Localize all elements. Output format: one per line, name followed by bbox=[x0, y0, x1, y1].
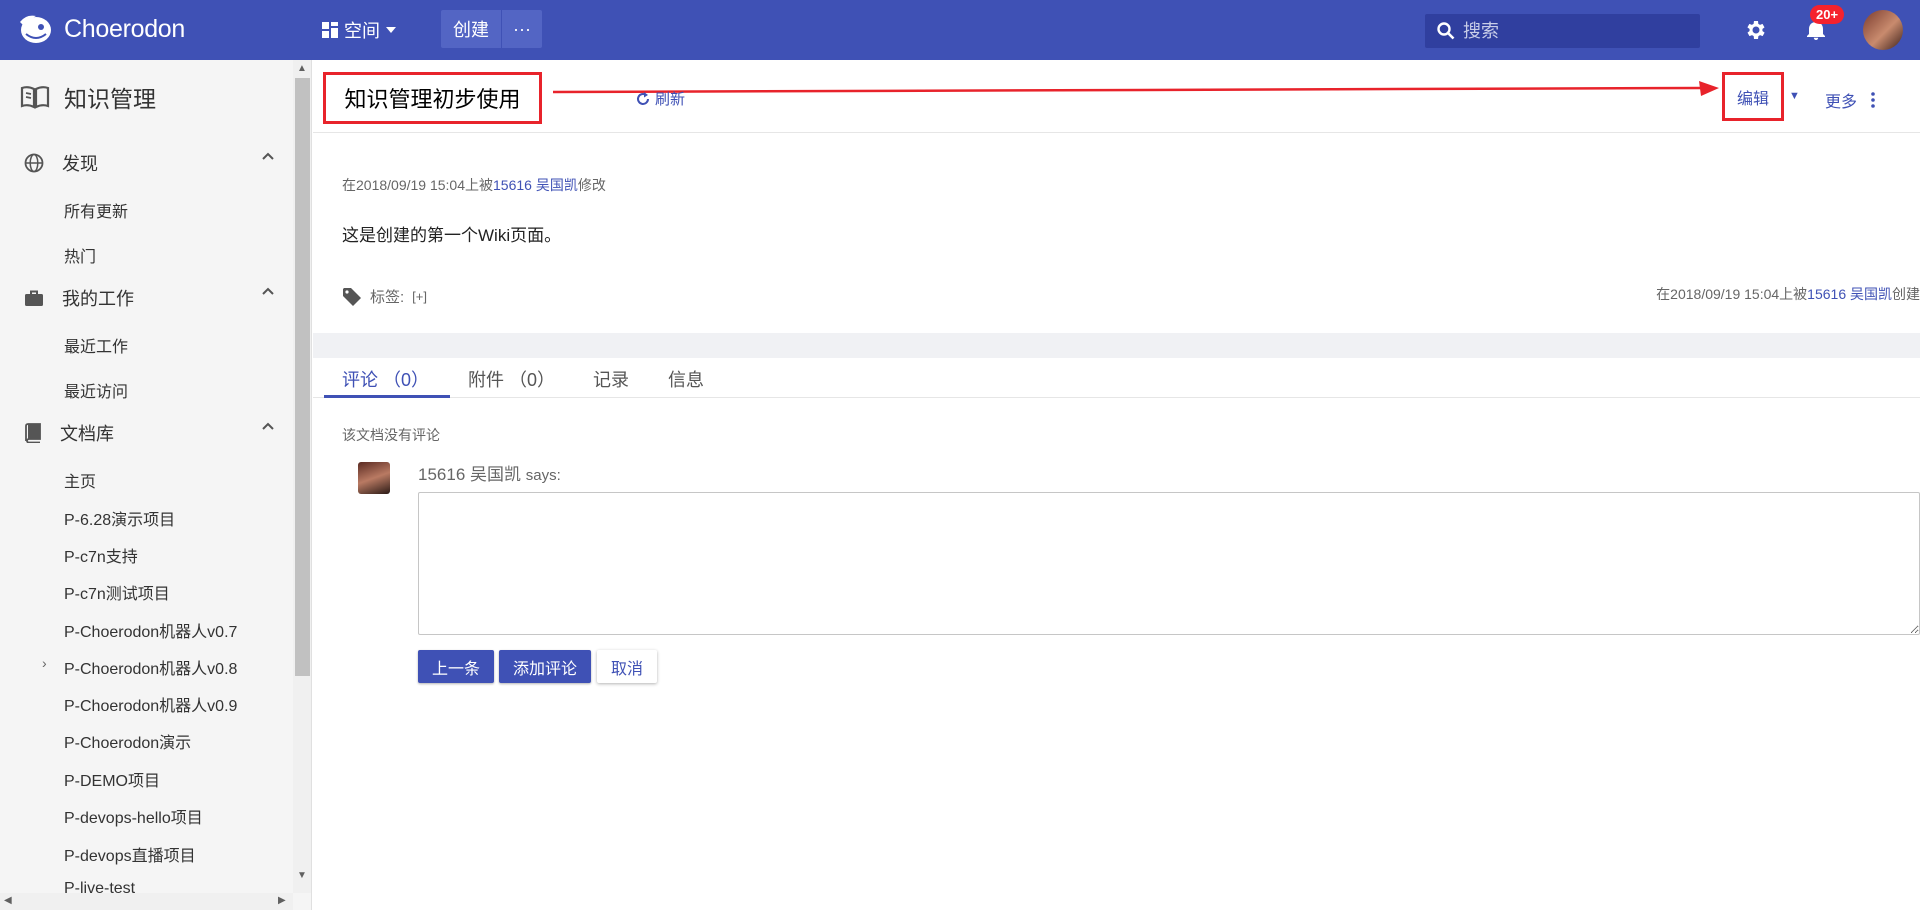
page-title-bar: 知识管理初步使用 刷新 编辑 ▼ 更多 bbox=[313, 60, 1920, 133]
scrollbar-thumb[interactable] bbox=[295, 78, 310, 676]
cancel-button[interactable]: 取消 bbox=[597, 650, 658, 683]
tab-comments[interactable]: 评论 （0） bbox=[324, 362, 450, 398]
logo-text: Choerodon bbox=[64, 14, 186, 43]
sidebar-item-project[interactable]: P-Choerodon机器人v0.8 bbox=[64, 655, 237, 679]
created-info: 在2018/09/19 15:04上被15616 吴国凯创建 bbox=[1656, 284, 1920, 304]
chevron-right-icon[interactable]: › bbox=[42, 655, 47, 671]
add-tag-button[interactable]: [+] bbox=[412, 289, 427, 304]
previous-button[interactable]: 上一条 bbox=[418, 650, 495, 683]
refresh-label: 刷新 bbox=[655, 91, 686, 108]
comment-says: says: bbox=[525, 467, 561, 484]
title-annotation-box: 知识管理初步使用 bbox=[323, 72, 542, 124]
chevron-up-icon bbox=[262, 287, 274, 295]
sidebar-header: 知识管理 bbox=[20, 80, 156, 114]
space-menu-label: 空间 bbox=[344, 21, 380, 41]
scroll-right-arrow-icon[interactable]: ▶ bbox=[278, 895, 286, 906]
tab-bar: 评论 （0） 附件 （0） 记录 信息 bbox=[313, 358, 1920, 398]
modified-prefix: 在2018/09/19 15:04上被 bbox=[342, 177, 493, 193]
create-more-button[interactable]: ··· bbox=[502, 10, 542, 48]
sidebar-section-label: 文档库 bbox=[60, 424, 114, 444]
sidebar-item-popular[interactable]: 热门 bbox=[64, 243, 96, 267]
sidebar-item-all-updates[interactable]: 所有更新 bbox=[64, 198, 128, 222]
sidebar-horizontal-scrollbar[interactable]: ◀ ▶ bbox=[0, 893, 293, 910]
modified-user-link[interactable]: 15616 吴国凯 bbox=[493, 177, 578, 193]
book-icon bbox=[25, 423, 41, 443]
grid-icon bbox=[322, 22, 338, 38]
notification-badge: 20+ bbox=[1810, 5, 1845, 24]
sidebar: 知识管理 发现 所有更新 热门 我的工作 最近工作 最近访问 文档库 主页 P-… bbox=[0, 60, 312, 910]
sidebar-title: 知识管理 bbox=[64, 86, 156, 112]
sidebar-item-project[interactable]: P-devops直播项目 bbox=[64, 842, 196, 866]
create-button-group: 创建 ··· bbox=[441, 10, 542, 48]
chevron-up-icon bbox=[262, 422, 274, 430]
refresh-button[interactable]: 刷新 bbox=[635, 88, 685, 109]
more-label: 更多 bbox=[1825, 94, 1858, 111]
add-comment-button[interactable]: 添加评论 bbox=[499, 650, 592, 683]
top-bar: Choerodon 空间 创建 ··· 20+ bbox=[0, 0, 1920, 60]
section-divider bbox=[313, 333, 1920, 358]
sidebar-item-project[interactable]: P-Choerodon演示 bbox=[64, 729, 191, 753]
scroll-up-arrow-icon[interactable]: ▲ bbox=[297, 63, 307, 74]
scroll-left-arrow-icon[interactable]: ◀ bbox=[4, 895, 12, 906]
scroll-down-arrow-icon[interactable]: ▼ bbox=[297, 870, 307, 881]
sidebar-section-discover[interactable]: 发现 bbox=[24, 150, 274, 176]
sidebar-section-label: 发现 bbox=[62, 154, 98, 174]
vertical-dots-icon bbox=[1871, 92, 1875, 108]
chevron-up-icon bbox=[262, 152, 274, 160]
sidebar-item-project[interactable]: P-Choerodon机器人v0.9 bbox=[64, 692, 237, 716]
more-button[interactable]: 更多 bbox=[1825, 88, 1875, 112]
tab-info[interactable]: 信息 bbox=[668, 362, 704, 398]
sidebar-item-project[interactable]: P-c7n测试项目 bbox=[64, 580, 170, 604]
no-comments-text: 该文档没有评论 bbox=[342, 427, 440, 443]
open-book-icon bbox=[20, 86, 50, 109]
tab-attachments[interactable]: 附件 （0） bbox=[468, 362, 555, 398]
edit-label: 编辑 bbox=[1736, 90, 1769, 108]
edit-button[interactable]: 编辑 bbox=[1722, 72, 1784, 121]
sidebar-section-library[interactable]: 文档库 bbox=[24, 420, 274, 446]
sidebar-item-project[interactable]: P-Choerodon机器人v0.7 bbox=[64, 618, 237, 642]
sidebar-item-project[interactable]: P-6.28演示项目 bbox=[64, 506, 175, 530]
created-user-link[interactable]: 15616 吴国凯 bbox=[1807, 286, 1892, 302]
logo[interactable]: Choerodon bbox=[16, 12, 185, 46]
settings-gear-icon[interactable] bbox=[1743, 18, 1767, 42]
sidebar-section-my-work[interactable]: 我的工作 bbox=[24, 285, 274, 311]
sidebar-section-label: 我的工作 bbox=[62, 289, 134, 309]
comment-author: 15616 吴国凯 says: bbox=[418, 460, 561, 485]
created-prefix: 在2018/09/19 15:04上被 bbox=[1656, 286, 1808, 302]
globe-icon bbox=[24, 153, 44, 173]
sidebar-item-home[interactable]: 主页 bbox=[64, 468, 96, 492]
refresh-icon bbox=[637, 91, 649, 105]
comment-textarea[interactable] bbox=[418, 492, 1920, 635]
sidebar-item-project[interactable]: P-c7n支持 bbox=[64, 543, 138, 567]
page-body-text: 这是创建的第一个Wiki页面。 bbox=[342, 226, 562, 245]
search-icon bbox=[1437, 22, 1455, 40]
main-content: 知识管理初步使用 刷新 编辑 ▼ 更多 在2018/09/19 15:04上被1… bbox=[313, 60, 1920, 910]
search-box bbox=[1425, 14, 1700, 48]
tags-row: 标签: [+] bbox=[342, 286, 427, 307]
briefcase-icon bbox=[25, 290, 43, 306]
commenter-avatar bbox=[358, 462, 390, 494]
tags-label: 标签: bbox=[370, 289, 405, 306]
space-menu-button[interactable]: 空间 bbox=[322, 14, 396, 46]
user-avatar[interactable] bbox=[1863, 10, 1903, 50]
page-title: 知识管理初步使用 bbox=[344, 87, 521, 112]
caret-down-icon[interactable]: ▼ bbox=[1789, 90, 1800, 102]
modified-info: 在2018/09/19 15:04上被15616 吴国凯修改 bbox=[342, 175, 606, 195]
caret-down-icon bbox=[386, 27, 396, 33]
choerodon-logo-icon bbox=[20, 15, 51, 43]
sidebar-item-recent-work[interactable]: 最近工作 bbox=[64, 333, 128, 357]
created-suffix: 创建 bbox=[1892, 286, 1920, 302]
modified-suffix: 修改 bbox=[577, 177, 606, 193]
create-button[interactable]: 创建 bbox=[441, 10, 502, 48]
comment-author-name: 15616 吴国凯 bbox=[418, 465, 521, 484]
comment-actions: 上一条 添加评论 取消 bbox=[418, 650, 658, 683]
sidebar-item-project[interactable]: P-DEMO项目 bbox=[64, 767, 160, 791]
sidebar-item-project[interactable]: P-devops-hello项目 bbox=[64, 804, 203, 828]
tag-icon bbox=[343, 287, 361, 306]
annotation-arrow bbox=[552, 81, 1719, 96]
search-input[interactable] bbox=[1463, 20, 1683, 42]
sidebar-item-recent-visits[interactable]: 最近访问 bbox=[64, 378, 128, 402]
sidebar-vertical-scrollbar[interactable]: ▲ ▼ bbox=[293, 60, 311, 893]
tab-history[interactable]: 记录 bbox=[593, 362, 629, 398]
